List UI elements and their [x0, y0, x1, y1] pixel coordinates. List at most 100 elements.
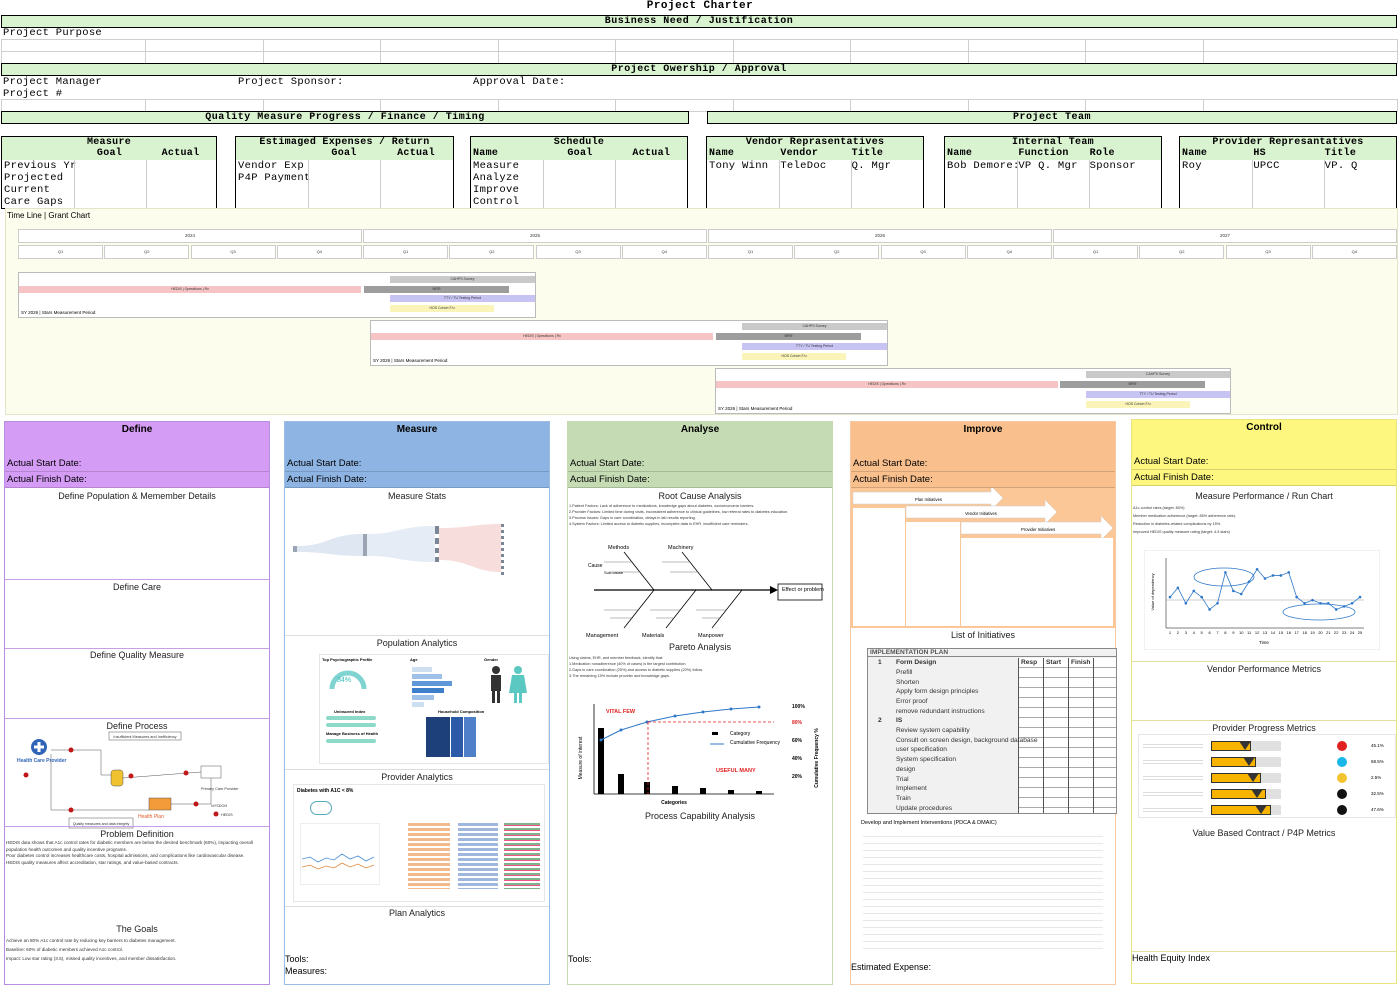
run-tick: 17 [1294, 630, 1299, 635]
run-chart: Value of dependency 1 2 3 4 5 6 7 8 9 10 11 12 13 14 1… [1144, 550, 1380, 650]
gantt-bar-hos[interactable]: HOS Cohort F/u [742, 353, 846, 360]
gantt-bar-caps[interactable]: CAHPS Survey [1086, 371, 1230, 378]
measure-measures-label[interactable]: Measures: [285, 966, 327, 976]
run-tick: 13 [1263, 630, 1268, 635]
measure-sankey-chart [293, 524, 504, 575]
impl-item: Trial [896, 775, 909, 783]
name-header: Name [473, 148, 499, 159]
analyse-tools-label[interactable]: Tools: [568, 954, 592, 964]
metric-value: 2.5% [1371, 775, 1382, 780]
manage-business-title: Manage Business of Health [326, 731, 379, 736]
control-start-date[interactable]: Actual Start Date: [1132, 454, 1396, 470]
run-tick: 20 [1318, 630, 1323, 635]
gantt-bar-hedis[interactable]: HEDIS | Operations | Rx [19, 286, 361, 293]
gantt-bar-hos[interactable]: HOS Cohort F/u [1086, 401, 1190, 408]
run-point [1255, 567, 1259, 571]
fish-machinery: Machinery [668, 545, 694, 551]
project-team-band: Project Team [707, 111, 1397, 124]
approval-date-label: Approval Date: [473, 76, 566, 88]
control-finish-date[interactable]: Actual Finish Date: [1132, 470, 1396, 486]
year-2024: 2024 [18, 229, 362, 243]
col-header: HS [1253, 148, 1266, 159]
row-label: Previous Yr [4, 160, 77, 172]
fish-subcause: Sub-cause [604, 570, 624, 575]
run-tick: 15 [1279, 630, 1284, 635]
col-header: Vendor [780, 148, 819, 159]
project-manager-label: Project Manager [3, 76, 103, 88]
measure-box: Measure Goal Actual Previous Yr Projected… [1, 136, 217, 209]
measure-start-date[interactable]: Actual Start Date: [285, 456, 549, 472]
gantt-bar-caps[interactable]: CAHPS Survey [742, 323, 887, 330]
run-point [1334, 608, 1338, 611]
quarter-cell: Q3 [535, 245, 621, 259]
gender-icon [491, 666, 527, 703]
analyse-start-date[interactable]: Actual Start Date: [568, 456, 832, 472]
process-hedis-label: HEDIS [221, 813, 233, 817]
problem-text: HEDIS data shows that A1c control rates … [6, 840, 268, 866]
metric-value: 45.1% [1371, 743, 1384, 748]
row-label: Vendor Exp [238, 160, 305, 172]
perf-line: A1c control rates (target: 80%) [1133, 506, 1185, 510]
define-finish-date[interactable]: Actual Finish Date: [5, 472, 269, 488]
impl-resp: Resp [1021, 659, 1038, 666]
goal-line: Achieve an 80% A1c control rate by reduc… [6, 938, 176, 943]
gantt-bar-hedis[interactable]: HEDIS | Operations | Rx [371, 333, 713, 340]
vendor-rep-title: Q. Mgr [851, 160, 892, 172]
gantt-bar-hedis[interactable]: HEDIS | Operations | Rx [716, 381, 1058, 388]
col-header: Role [1089, 148, 1115, 159]
pareto-tick: 40% [792, 756, 803, 762]
analyse-finish-date[interactable]: Actual Finish Date: [568, 472, 832, 488]
impl-group-2: IS [896, 717, 903, 724]
gantt-bar-hos[interactable]: HOS Cohort F/u [390, 305, 494, 312]
impl-item: Update procedures [896, 804, 953, 812]
pop-age-title: Age [410, 657, 418, 662]
impl-item: design [896, 765, 916, 773]
initiatives-arrows: Plan Initiatives Vendor Initiatives Prov… [852, 488, 1114, 626]
gantt-bar-caps[interactable]: CAHPS Survey [390, 276, 535, 283]
run-point [1176, 586, 1180, 590]
fish-materials: Materials [642, 633, 665, 639]
gantt-bar-tty[interactable]: TTY / TU Testing Period [390, 295, 535, 302]
run-point [1232, 589, 1235, 593]
rca-line: 4.System Factors: Limited access to diab… [569, 522, 749, 526]
plan-analytics-heading: Plan Analytics [388, 908, 446, 918]
provider-hs: UPCC [1253, 160, 1280, 172]
schedule-box: Schedule Name Goal Actual Measure Analyze … [470, 136, 688, 209]
timeline-label: Time Line | Grant Chart [7, 211, 91, 220]
gantt-bar-tty[interactable]: TTY / TU Testing Period [1086, 391, 1230, 398]
pareto-vital-few: VITAL FEW [606, 709, 636, 715]
quarter-cell: Q2 [104, 245, 190, 259]
measure-finish-date[interactable]: Actual Finish Date: [285, 472, 549, 488]
measure-box-title: Measure [86, 137, 132, 148]
measure-phase: Measure Actual Start Date: Actual Finish… [284, 421, 550, 985]
the-goals-heading: The Goals [116, 924, 158, 934]
measure-tools-label[interactable]: Tools: [285, 954, 309, 964]
row-label: Control [473, 196, 520, 208]
fish-effect: Effect or problem [782, 587, 824, 593]
row-label: P4P Payment [238, 172, 311, 184]
improve-finish-date[interactable]: Actual Finish Date: [851, 472, 1115, 488]
timeline-panel: Time Line | Grant Chart 2024 2025 2026 2… [5, 208, 1398, 415]
gantt-bar-mrr[interactable]: MRR [716, 333, 861, 340]
estimated-expense-label[interactable]: Estimated Expense: [851, 962, 931, 972]
gantt-bar-mrr[interactable]: MRR [364, 286, 509, 293]
impl-item: Prefill [896, 669, 913, 676]
gantt-sy-label: SY 2026 | Stars Measurement Period [718, 406, 793, 411]
run-tick: 12 [1255, 630, 1260, 635]
actual-header: Actual [161, 148, 200, 159]
business-need-band: Business Need / Justification [1, 15, 1397, 28]
run-ylabel: Value of dependency [1150, 573, 1155, 610]
quarter-cell: Q2 [794, 245, 880, 259]
vendor-rep-name: Tony Winn [709, 160, 769, 172]
pareto-line: 3.The remaining 15% include provider and… [569, 674, 670, 678]
actual-header: Actual [397, 148, 435, 159]
improve-start-date[interactable]: Actual Start Date: [851, 456, 1115, 472]
control-phase: Control Actual Start Date: Actual Finish… [1131, 419, 1397, 984]
col-header: Name [947, 148, 973, 159]
gantt-bar-tty[interactable]: TTY / TU Testing Period [742, 343, 887, 350]
run-tick: 24 [1350, 630, 1355, 635]
define-start-date[interactable]: Actual Start Date: [5, 456, 269, 472]
gantt-bar-mrr[interactable]: MRR [1060, 381, 1205, 388]
purpose-grid[interactable] [1, 39, 1398, 64]
provider-box-title: Provider Represantatives [1212, 137, 1364, 148]
